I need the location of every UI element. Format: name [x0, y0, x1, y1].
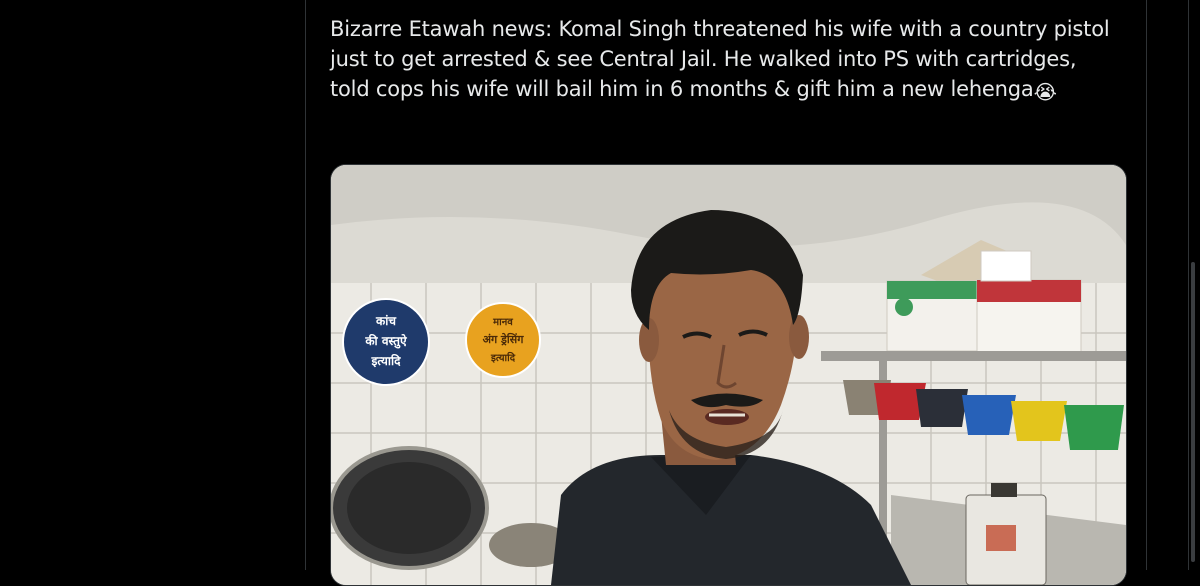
tweet-text: Bizarre Etawah news: Komal Singh threate… [330, 14, 1120, 104]
metal-shelf [821, 351, 1126, 361]
blue-sign-line-2: की वस्तुऐ [364, 334, 408, 349]
loudly-crying-face-emoji: 😭 [1033, 80, 1057, 104]
tweet-body: Bizarre Etawah news: Komal Singh threate… [330, 17, 1110, 101]
orange-sign: मानव अंग ड्रेसिंग इत्यादि [465, 302, 541, 378]
orange-sign-line-2: अंग ड्रेसिंग [483, 332, 525, 346]
sidebar-divider [1188, 0, 1189, 570]
pan-lid [331, 446, 489, 570]
blue-sign-line-3: इत्यादि [371, 354, 402, 368]
scrollbar-thumb[interactable] [1191, 262, 1195, 562]
blue-sign-line-1: कांच [375, 314, 397, 328]
orange-sign-line-1: मानव [492, 317, 513, 328]
tweet-video[interactable]: कांच की वस्तुऐ इत्यादि मानव अंग ड्रेसिंग… [330, 164, 1127, 586]
video-frame: कांच की वस्तुऐ इत्यादि मानव अंग ड्रेसिंग… [331, 165, 1126, 585]
blue-sign: कांच की वस्तुऐ इत्यादि [342, 298, 430, 386]
orange-sign-line-3: इत्यादि [490, 351, 516, 364]
